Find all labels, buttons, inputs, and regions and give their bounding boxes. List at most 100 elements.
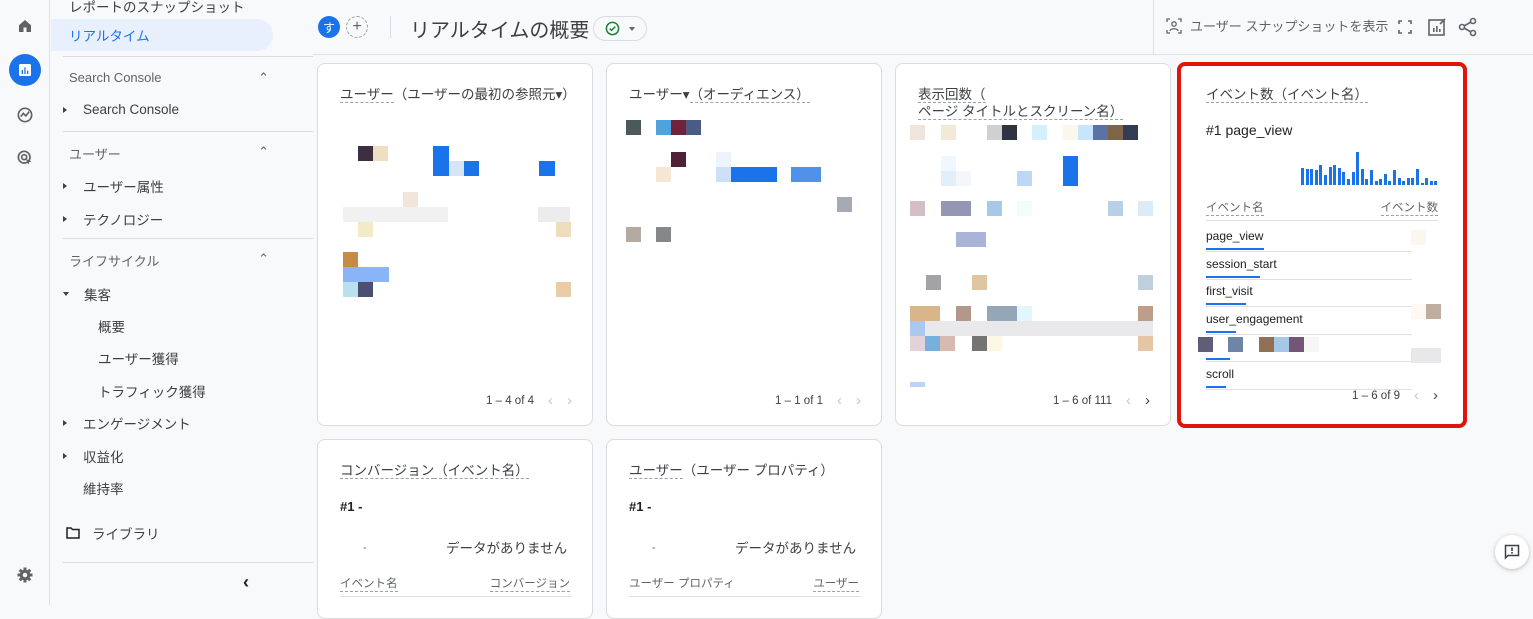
sparkline-bar xyxy=(1319,165,1323,185)
section-user[interactable]: ユーザー ⌃ xyxy=(69,144,269,163)
prev-page-icon[interactable]: ‹ xyxy=(1126,392,1131,409)
sidebar-item-technology[interactable]: テクノロジー xyxy=(63,209,163,229)
divider xyxy=(63,56,313,57)
metric-selector[interactable]: コンバージョン xyxy=(340,463,435,479)
section-lifecycle[interactable]: ライフサイクル ⌃ xyxy=(69,251,269,270)
sparkline-bar xyxy=(1328,166,1332,185)
table-row[interactable]: page_view xyxy=(1206,224,1412,252)
metric-selector[interactable]: ユーザー▾ xyxy=(629,87,690,102)
metric-selector[interactable]: ユーザー xyxy=(340,87,394,103)
column-header-conversions[interactable]: コンバージョン xyxy=(489,575,570,592)
column-header-event-name[interactable]: イベント名 xyxy=(1206,199,1264,216)
expand-right-icon xyxy=(63,183,67,189)
add-comparison-icon[interactable]: + xyxy=(346,16,368,38)
sidebar-item-overview[interactable]: 概要 xyxy=(98,316,125,336)
reports-icon[interactable] xyxy=(9,54,41,86)
next-page-icon[interactable]: › xyxy=(856,392,861,409)
redacted-block xyxy=(956,232,986,247)
user-snapshot-icon xyxy=(1166,17,1182,34)
sidebar-item-search-console[interactable]: Search Console xyxy=(63,102,179,117)
sidebar-item-user-acquisition[interactable]: ユーザー獲得 xyxy=(98,348,179,368)
folder-icon xyxy=(66,527,80,539)
dimension-selector[interactable]: （イベント名） xyxy=(1273,87,1368,103)
sidebar-item-traffic-acquisition[interactable]: トラフィック獲得 xyxy=(98,381,206,401)
section-search-console[interactable]: Search Console ⌃ xyxy=(69,70,269,86)
top-event: #1 page_view xyxy=(1206,122,1293,138)
view-user-snapshot-button[interactable]: ユーザー スナップショットを表示 xyxy=(1166,16,1388,35)
dimension-selector[interactable]: （ユーザーの最初の参照元▾） xyxy=(394,87,576,102)
next-page-icon[interactable]: › xyxy=(1145,392,1150,409)
section-title: Search Console xyxy=(69,70,162,85)
redacted-block xyxy=(837,197,852,212)
customize-report-icon[interactable] xyxy=(1427,17,1447,37)
sparkline-bar xyxy=(1370,170,1373,185)
share-icon[interactable] xyxy=(1458,17,1478,37)
dimension-selector[interactable]: ページ タイトルとスクリーン名） xyxy=(918,104,1124,120)
metric-selector[interactable]: ユーザー xyxy=(629,463,683,479)
collapse-sidebar-chevron-icon[interactable]: ‹ xyxy=(243,572,249,593)
column-header-user-property[interactable]: ユーザー プロパティ xyxy=(629,575,735,591)
expand-down-icon xyxy=(63,292,69,296)
card-conversions: コンバージョン（イベント名） #1 - - データがありません イベント名 コン… xyxy=(317,439,593,619)
sidebar-item-acquisition[interactable]: 集客 xyxy=(63,284,111,304)
column-header-users[interactable]: ユーザー xyxy=(813,575,859,592)
dimension-selector[interactable]: （ユーザー プロパティ） xyxy=(683,463,834,478)
table-row[interactable]: session_start xyxy=(1206,252,1412,280)
settings-gear-icon[interactable] xyxy=(9,559,41,591)
redacted-block xyxy=(1108,201,1123,216)
sparkline-bar xyxy=(1416,169,1419,185)
redacted-block xyxy=(1274,337,1289,352)
metric-selector[interactable]: イベント数 xyxy=(1206,87,1274,103)
no-data-message: データがありません xyxy=(446,541,568,556)
redacted-block xyxy=(358,222,373,237)
metric-selector[interactable]: 表示回数（ xyxy=(918,87,986,103)
next-page-icon[interactable]: › xyxy=(1433,387,1438,404)
next-page-icon[interactable]: › xyxy=(567,392,572,409)
sidebar-item-monetization[interactable]: 収益化 xyxy=(63,446,124,466)
sidebar-item-library[interactable]: ライブラリ xyxy=(66,523,160,543)
redacted-block xyxy=(910,321,925,336)
sidebar-item-engagement[interactable]: エンゲージメント xyxy=(63,413,191,433)
dimension-selector[interactable]: （イベント名） xyxy=(434,463,529,479)
event-name: session_start xyxy=(1206,256,1277,271)
status-dropdown[interactable] xyxy=(593,16,647,41)
sidebar-item-realtime[interactable]: リアルタイム xyxy=(51,19,273,51)
prev-page-icon[interactable]: ‹ xyxy=(837,392,842,409)
feedback-button[interactable] xyxy=(1495,535,1529,569)
redacted-block xyxy=(1304,337,1319,352)
sidebar-item-demographics[interactable]: ユーザー属性 xyxy=(63,176,164,196)
card-title: ユーザー（ユーザー プロパティ） xyxy=(629,462,834,479)
home-icon[interactable] xyxy=(9,10,41,42)
redacted-block xyxy=(910,201,925,216)
prev-page-icon[interactable]: ‹ xyxy=(548,392,553,409)
fullscreen-icon[interactable] xyxy=(1398,20,1412,34)
comparison-avatar[interactable]: す xyxy=(318,16,340,38)
redacted-block xyxy=(1138,336,1153,351)
column-header-event-name[interactable]: イベント名 xyxy=(340,575,398,592)
prev-page-icon[interactable]: ‹ xyxy=(1414,387,1419,404)
expand-right-icon xyxy=(63,216,67,222)
explore-icon[interactable] xyxy=(9,99,41,131)
redacted-block xyxy=(1411,348,1441,363)
divider xyxy=(1206,220,1438,221)
table-row[interactable]: scroll xyxy=(1206,362,1412,390)
sidebar-item-retention[interactable]: 維持率 xyxy=(83,478,124,498)
redacted-block xyxy=(941,201,971,216)
share-bar xyxy=(1206,275,1260,278)
pagination: 1 – 6 of 111 ‹ › xyxy=(1053,392,1150,409)
sparkline-bar xyxy=(1393,170,1396,185)
table-row[interactable]: user_engagement xyxy=(1206,307,1412,335)
column-header-event-count[interactable]: イベント数 xyxy=(1380,199,1438,216)
advertising-icon[interactable] xyxy=(9,142,41,174)
card-title: コンバージョン（イベント名） xyxy=(340,462,529,479)
redacted-block xyxy=(671,152,686,167)
item-label: 収益化 xyxy=(83,450,124,465)
redacted-block xyxy=(1123,125,1138,140)
sparkline-bar xyxy=(1342,171,1346,185)
dimension-selector[interactable]: （オーディエンス） xyxy=(689,87,810,103)
table-row[interactable]: first_visit xyxy=(1206,279,1412,307)
placeholder-dash: - xyxy=(652,542,656,554)
redacted-block xyxy=(343,267,389,282)
sparkline-bar xyxy=(1388,181,1392,185)
redacted-block xyxy=(1138,306,1153,321)
